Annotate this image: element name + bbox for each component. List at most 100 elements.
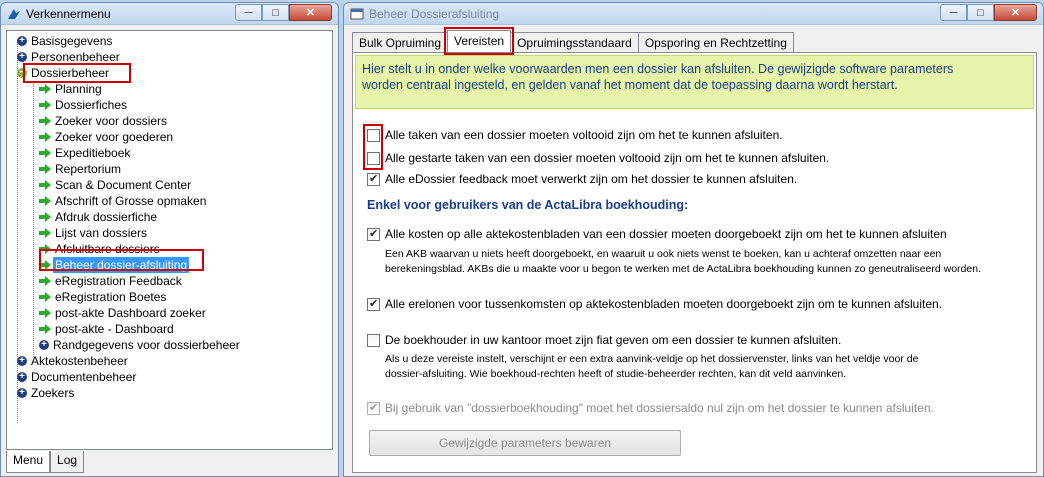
tree-item[interactable]: Afschrift of Grosse opmaken (13, 193, 242, 209)
tree-item[interactable]: post-akte Dashboard zoeker (13, 305, 242, 321)
beheer-window-title: Beheer Dossierafsluiting (369, 6, 500, 21)
tab-strip: Bulk Opruiming Vereisten Opruimingsstand… (352, 27, 794, 55)
beheer-dossierafsluiting-window: Beheer Dossierafsluiting ─ □ ✕ Bulk Opru… (343, 2, 1044, 477)
menu-titlebar[interactable]: Verkennermenu ─ □ ✕ (1, 3, 338, 25)
checkbox-edossier-feedback[interactable] (367, 172, 380, 186)
tree-item-label: Lijst van dossiers (55, 226, 148, 240)
info-notice: Hier stelt u in onder welke voorwaarden … (355, 55, 1034, 109)
bottom-tab-menu[interactable]: Menu (6, 451, 51, 473)
tree-item-label: Repertorium (55, 162, 122, 176)
tree-item-label: Aktekostenbeheer (31, 354, 128, 368)
green-arrow-icon (39, 276, 51, 286)
note-akb: Een AKB waarvan u niets heeft doorgeboek… (385, 247, 1015, 277)
minimize-button[interactable]: ─ (940, 4, 967, 21)
note-line: Een AKB waarvan u niets heeft doorgeboek… (385, 248, 942, 260)
tree-item[interactable]: Zoeker voor dossiers (13, 113, 242, 129)
highlight-dossierbeheer (23, 63, 131, 83)
actalibra-heading: Enkel voor gebruikers van de ActaLibra b… (367, 198, 689, 212)
tree-item-label: Basisgegevens (31, 34, 113, 48)
note-line: Als u deze vereiste instelt, verschijnt … (385, 353, 919, 365)
checkbox-erelonen[interactable] (367, 297, 380, 311)
tree-item[interactable]: + Zoekers (13, 385, 242, 401)
green-arrow-icon (39, 292, 51, 302)
tree-item-label: Dossierfiches (55, 98, 128, 112)
green-arrow-icon (39, 84, 51, 94)
expand-plus-icon: + (17, 388, 27, 398)
expand-plus-icon: + (17, 372, 27, 382)
tree-item[interactable]: post-akte - Dashboard (13, 321, 242, 337)
tree-item-label: Expeditieboek (55, 146, 131, 160)
option-dossiersaldo-nul: Bij gebruik van "dossierboekhouding" moe… (367, 401, 934, 415)
tree-item[interactable]: Lijst van dossiers (13, 225, 242, 241)
maximize-button[interactable]: □ (262, 4, 289, 21)
tree-item[interactable]: + Documentenbeheer (13, 369, 242, 385)
option-label: Alle taken van een dossier moeten voltoo… (385, 128, 783, 142)
note-boekhouder: Als u deze vereiste instelt, verschijnt … (385, 352, 1015, 382)
expand-plus-icon: + (17, 36, 27, 46)
tab-bulk-opruiming[interactable]: Bulk Opruiming (352, 32, 449, 52)
green-arrow-icon (39, 308, 51, 318)
tab-vereisten[interactable]: Vereisten (444, 27, 515, 55)
tree-item[interactable]: Zoeker voor goederen (13, 129, 242, 145)
tree-item[interactable]: Dossierfiches (13, 97, 242, 113)
tree-item-label: post-akte Dashboard zoeker (55, 306, 206, 320)
minimize-icon: ─ (244, 6, 253, 19)
checkbox-boekhouder-fiat[interactable] (367, 334, 380, 347)
tree-item[interactable]: Planning (13, 81, 242, 97)
tree-item[interactable]: + Basisgegevens (13, 33, 242, 49)
option-label: Alle erelonen voor tussenkomsten op akte… (385, 297, 943, 311)
notice-line-2: worden centraal ingesteld, en gelden van… (362, 78, 898, 92)
expand-plus-icon: + (39, 340, 49, 350)
tree-item[interactable]: Afdruk dossierfiche (13, 209, 242, 225)
option-boekhouder-fiat[interactable]: De boekhouder in uw kantoor moet zijn fi… (367, 333, 841, 347)
close-button[interactable]: ✕ (289, 4, 332, 21)
tree-item[interactable]: Scan & Document Center (13, 177, 242, 193)
minimize-button[interactable]: ─ (235, 4, 262, 21)
tree-item[interactable]: Repertorium (13, 161, 242, 177)
form-window-icon (350, 7, 364, 21)
green-arrow-icon (39, 212, 51, 222)
green-arrow-icon (39, 164, 51, 174)
option-label: Alle gestarte taken van een dossier moet… (385, 151, 830, 165)
tab-opruimingsstandaard[interactable]: Opruimingsstandaard (510, 32, 639, 52)
notice-line-1: Hier stelt u in onder welke voorwaarden … (362, 62, 954, 76)
tree-item-label: Afschrift of Grosse opmaken (55, 194, 207, 208)
option-alle-taken[interactable]: Alle taken van een dossier moeten voltoo… (367, 128, 783, 142)
note-line: berekeningsblad. AKBs die u maakte voor … (385, 263, 981, 275)
verkennermenu-window: Verkennermenu ─ □ ✕ + Basisgegevens + Perso… (0, 2, 339, 477)
close-button[interactable]: ✕ (994, 4, 1037, 21)
checkbox-dossiersaldo-nul (367, 401, 380, 415)
app-bird-icon (7, 7, 21, 21)
tree-item[interactable]: eRegistration Boetes (13, 289, 242, 305)
save-parameters-button[interactable]: Gewijzigde parameters bewaren (369, 430, 681, 456)
vereisten-panel: Hier stelt u in onder welke voorwaarden … (352, 52, 1037, 473)
tree-item-label: Planning (55, 82, 102, 96)
option-erelonen[interactable]: Alle erelonen voor tussenkomsten op akte… (367, 297, 942, 311)
beheer-titlebar[interactable]: Beheer Dossierafsluiting ─ □ ✕ (344, 3, 1043, 25)
checkbox-alle-taken[interactable] (367, 129, 380, 142)
menu-tree-panel: + Basisgegevens + Personenbeheer − Dossierbeh… (6, 30, 333, 450)
option-aktekostenbladen[interactable]: Alle kosten op alle aktekostenbladen van… (367, 227, 947, 241)
tree-item[interactable]: Expeditieboek (13, 145, 242, 161)
option-gestarte-taken[interactable]: Alle gestarte taken van een dossier moet… (367, 151, 829, 165)
tree-item-label: Afdruk dossierfiche (55, 210, 158, 224)
tab-opsporing-en-rechtzetting[interactable]: Opsporing en Rechtzetting (637, 32, 794, 52)
tree-item-label: Zoeker voor goederen (55, 130, 174, 144)
menu-window-title: Verkennermenu (26, 6, 111, 21)
checkbox-gestarte-taken[interactable] (367, 152, 380, 165)
option-edossier-feedback[interactable]: Alle eDossier feedback moet verwerkt zij… (367, 172, 797, 186)
close-icon: ✕ (305, 7, 316, 19)
bottom-tab-log[interactable]: Log (50, 451, 85, 473)
green-arrow-icon (39, 180, 51, 190)
tree-item[interactable]: eRegistration Feedback (13, 273, 242, 289)
expand-plus-icon: + (17, 356, 27, 366)
menu-tree: + Basisgegevens + Personenbeheer − Dossierbeh… (13, 33, 242, 401)
green-arrow-icon (39, 100, 51, 110)
tree-item[interactable]: + Randgegevens voor dossierbeheer (13, 337, 242, 353)
checkbox-aktekostenbladen[interactable] (367, 227, 380, 241)
maximize-button[interactable]: □ (967, 4, 994, 21)
highlight-beheer-dossier-afsluiting (39, 249, 204, 271)
tree-item-label: Zoekers (31, 386, 75, 400)
option-label: Alle eDossier feedback moet verwerkt zij… (385, 172, 798, 186)
tree-item[interactable]: + Aktekostenbeheer (13, 353, 242, 369)
